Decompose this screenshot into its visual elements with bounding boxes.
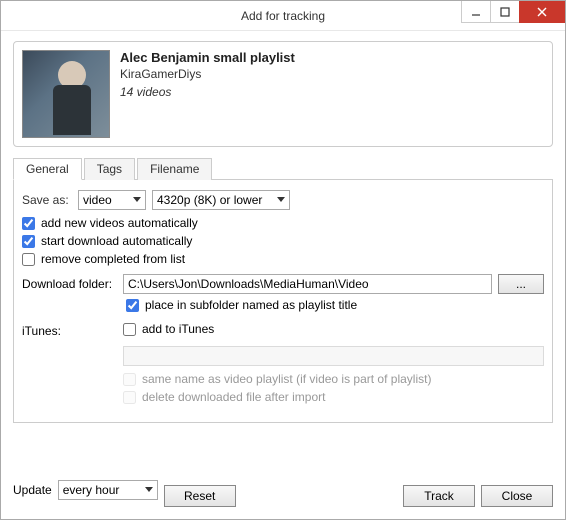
chk-add-itunes-label: add to iTunes [142,322,214,336]
maximize-button[interactable] [490,1,520,23]
chk-remove-completed[interactable] [22,253,35,266]
chk-same-name-label: same name as video playlist (if video is… [142,372,431,386]
window-controls [462,1,565,23]
download-folder-input[interactable] [123,274,492,294]
tab-tags[interactable]: Tags [84,158,135,180]
playlist-panel: Alec Benjamin small playlist KiraGamerDi… [13,41,553,147]
chk-add-new-videos[interactable] [22,217,35,230]
chk-add-new-videos-label: add new videos automatically [41,216,198,230]
chk-subfolder[interactable] [126,299,139,312]
update-label: Update [13,483,52,497]
chk-subfolder-label: place in subfolder named as playlist tit… [145,298,357,312]
playlist-author: KiraGamerDiys [120,67,295,81]
save-as-label: Save as: [22,193,72,207]
chk-start-download-label: start download automatically [41,234,192,248]
save-as-type-select[interactable]: video [78,190,146,210]
itunes-label: iTunes: [22,322,117,408]
browse-button[interactable]: ... [498,274,544,294]
window-title: Add for tracking [241,9,325,23]
save-as-quality-select[interactable]: 4320p (8K) or lower [152,190,290,210]
chk-remove-completed-label: remove completed from list [41,252,185,266]
close-window-button[interactable] [519,1,565,23]
playlist-thumbnail [22,50,110,138]
chk-add-itunes[interactable] [123,323,136,336]
reset-button[interactable]: Reset [164,485,236,507]
chk-delete-after-label: delete downloaded file after import [142,390,325,404]
tab-panel-general: Save as: video 4320p (8K) or lower add n… [13,179,553,423]
track-button[interactable]: Track [403,485,475,507]
itunes-playlist-select [123,346,544,366]
playlist-title: Alec Benjamin small playlist [120,50,295,65]
chk-same-name [123,373,136,386]
tab-filename[interactable]: Filename [137,158,212,180]
chk-delete-after [123,391,136,404]
minimize-button[interactable] [461,1,491,23]
chk-start-download[interactable] [22,235,35,248]
download-folder-label: Download folder: [22,277,117,291]
close-button[interactable]: Close [481,485,553,507]
playlist-count: 14 videos [120,85,295,99]
tab-general[interactable]: General [13,158,82,180]
update-interval-select[interactable]: every hour [58,480,158,500]
titlebar: Add for tracking [1,1,565,31]
